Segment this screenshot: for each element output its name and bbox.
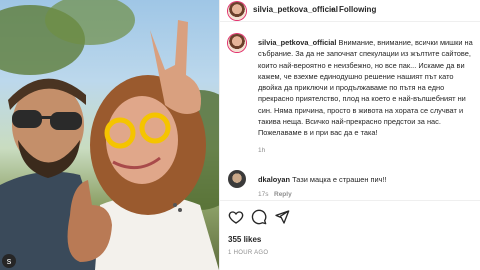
post-header: silvia_petkova_official • Following	[220, 0, 480, 22]
post-timestamp: 1 HOUR AGO	[228, 250, 269, 256]
comment-body: Тази мацка е страшен пич!!	[292, 175, 387, 184]
paper-plane-icon[interactable]	[274, 209, 290, 225]
caption-text-block: silvia_petkova_official Внимание, вниман…	[258, 37, 478, 139]
likes-count[interactable]: 355 likes	[228, 235, 261, 244]
post-photo[interactable]: s	[0, 0, 219, 270]
caption-body: Внимание, внимание, всички мишки на събр…	[258, 38, 473, 138]
author-username[interactable]: silvia_petkova_official	[253, 5, 338, 14]
comment-timestamp: 17s	[258, 191, 269, 198]
caption-username[interactable]: silvia_petkova_official	[258, 38, 336, 47]
photo-user-badge-icon[interactable]: s	[2, 254, 16, 268]
couple-selfie-image	[0, 0, 219, 270]
following-button[interactable]: Following	[339, 5, 376, 14]
reply-button[interactable]: Reply	[274, 191, 292, 198]
caption-timestamp: 1h	[258, 147, 266, 154]
heart-icon[interactable]	[228, 209, 244, 225]
comment-item: dkaloyan Тази мацка е страшен пич!! 17s …	[220, 170, 480, 200]
comment-text-block: dkaloyan Тази мацка е страшен пич!!	[258, 175, 387, 184]
commenter-avatar[interactable]	[228, 170, 246, 188]
post-actions-bar	[220, 200, 480, 234]
caption-author-avatar[interactable]	[228, 34, 246, 52]
commenter-username[interactable]: dkaloyan	[258, 175, 290, 184]
header-separator: •	[331, 5, 334, 14]
author-avatar[interactable]	[228, 2, 246, 20]
comment-icon[interactable]	[251, 209, 267, 225]
post-side-panel: silvia_petkova_official • Following silv…	[219, 0, 480, 270]
